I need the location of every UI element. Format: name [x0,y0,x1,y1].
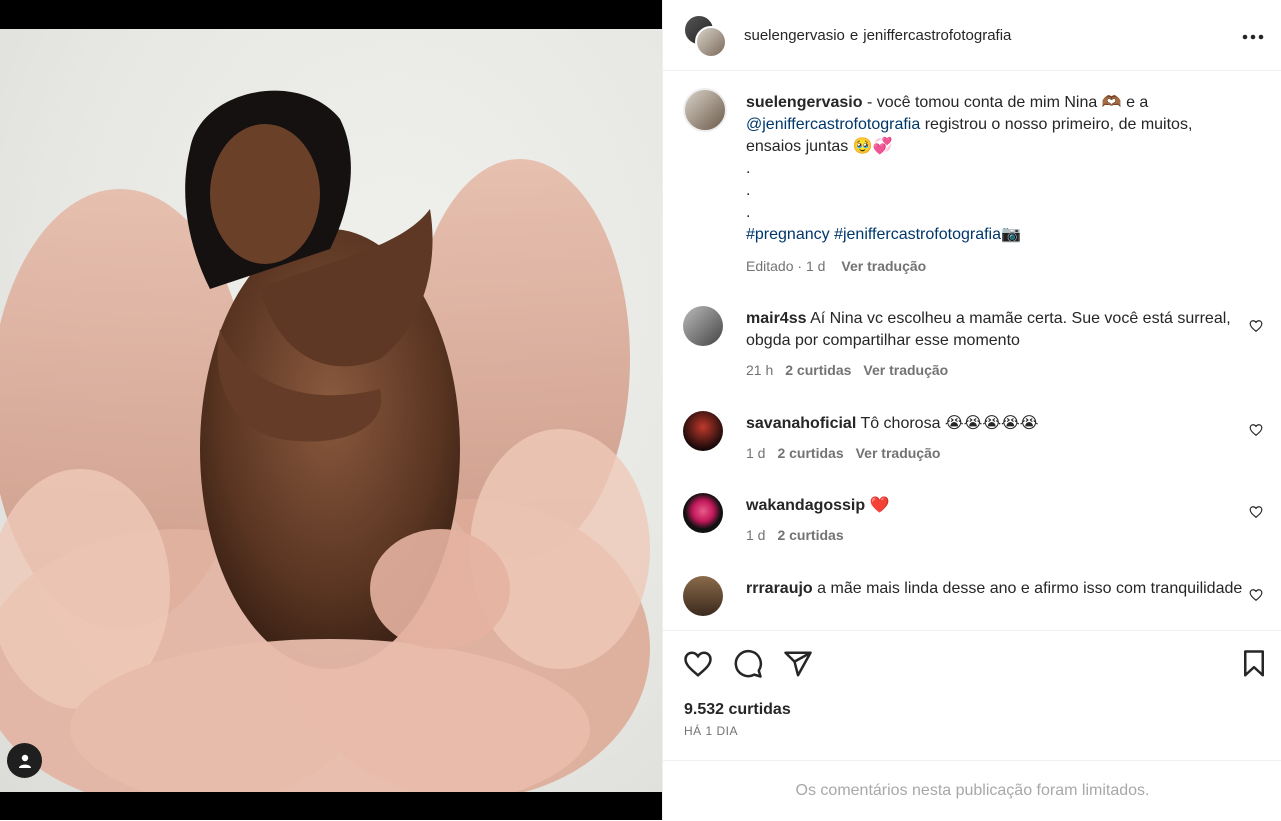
comment-likes-button[interactable]: 2 curtidas [777,527,843,543]
comment-text: rrraraujo a mãe mais linda desse ano e a… [746,578,1246,600]
comment-body: ❤️ [869,497,890,514]
comment-icon[interactable] [733,649,763,679]
share-icon[interactable] [783,649,813,679]
username-link[interactable]: mair4ss [746,310,807,327]
photo-illustration [0,90,650,792]
translate-button[interactable]: Ver tradução [841,258,926,274]
collab-usernames: suelengervasio e jeniffercastrofotografi… [744,27,1011,44]
more-options-icon [1242,34,1264,40]
emoji: 🥹💞 [852,138,893,155]
comment-body: Aí Nina vc escolheu a mamãe certa. Sue v… [746,310,1231,349]
heart-icon[interactable] [1249,505,1263,519]
bookmark-icon[interactable] [1239,649,1269,679]
comment-likes-button[interactable]: 2 curtidas [777,445,843,461]
comment-time: 21 h [746,362,774,378]
avatar[interactable] [695,26,727,58]
comment-meta: 21 h 2 curtidas Ver tradução [746,362,948,378]
connector-text: e [849,26,859,44]
avatar[interactable] [683,306,723,346]
hashtag-link[interactable]: #jeniffercastrofotografia [834,226,1001,243]
comment-text: wakandagossip ❤️ [746,495,1246,517]
likes-count[interactable]: 9.532 curtidas [684,701,791,719]
collab-avatars[interactable] [683,14,727,58]
translate-button[interactable]: Ver tradução [856,445,941,461]
avatar[interactable] [683,576,723,616]
avatar[interactable] [683,411,723,451]
username-link[interactable]: jeniffercastrofotografia [863,27,1011,44]
comment-time: 1 d [746,527,766,543]
heart-icon[interactable] [1249,319,1263,333]
post-panel: suelengervasio e jeniffercastrofotografi… [662,0,1281,820]
comment-time: 1 d [746,445,766,461]
emoji: 🫶🏾 [1101,94,1122,111]
comment: rrraraujo a mãe mais linda desse ano e a… [683,576,1263,629]
emoji: 📷 [1001,226,1021,243]
caption-dot: . [746,182,751,199]
comment: savanahoficial Tô chorosa 😭😭😭😭😭 1 d 2 cu… [683,411,1263,471]
comment-likes-button[interactable]: 2 curtidas [785,362,851,378]
comment-text: mair4ss Aí Nina vc escolheu a mamãe cert… [746,308,1246,352]
heart-icon[interactable] [683,649,713,679]
post-photo[interactable] [0,29,662,792]
post-media [0,0,662,820]
edited-label: Editado · 1 d [746,258,826,274]
mention-link[interactable]: @jeniffercastrofotografia [746,116,920,133]
username-link[interactable]: rrraraujo [746,580,813,597]
caption-part: e a [1121,94,1149,111]
avatar[interactable] [683,493,723,533]
username-link[interactable]: suelengervasio [744,27,845,44]
comment: mair4ss Aí Nina vc escolheu a mamãe cert… [683,306,1263,386]
caption-text: suelengervasio - você tomou conta de mim… [746,92,1246,246]
comment: wakandagossip ❤️ 1 d 2 curtidas [683,493,1263,553]
translate-button[interactable]: Ver tradução [863,362,948,378]
username-link[interactable]: wakandagossip [746,497,865,514]
username-link[interactable]: suelengervasio [746,94,863,111]
heart-icon[interactable] [1249,588,1263,602]
comments-list[interactable]: suelengervasio - você tomou conta de mim… [663,71,1281,629]
comment-meta: 1 d 2 curtidas Ver tradução [746,445,940,461]
username-link[interactable]: savanahoficial [746,415,856,432]
heart-icon[interactable] [1249,423,1263,437]
caption-dot: . [746,204,751,221]
caption-meta: Editado · 1 d Ver tradução [746,258,926,274]
comment-text: savanahoficial Tô chorosa 😭😭😭😭😭 [746,413,1246,435]
comment-body: a mãe mais linda desse ano e afirmo isso… [817,580,1243,597]
caption-dot: . [746,160,751,177]
comment-meta: 1 d 2 curtidas [746,527,844,543]
post-header: suelengervasio e jeniffercastrofotografi… [663,0,1281,71]
more-options-button[interactable] [1242,24,1264,44]
post-timestamp: HÁ 1 DIA [684,724,739,738]
comment-body: Tô chorosa 😭😭😭😭😭 [860,415,1039,432]
caption-part: - você tomou conta de mim Nina [862,94,1102,111]
user-tag-icon [18,754,31,768]
hashtag-link[interactable]: #pregnancy [746,226,830,243]
user-tag-button[interactable] [7,743,42,778]
caption: suelengervasio - você tomou conta de mim… [683,88,1263,278]
avatar[interactable] [683,88,727,132]
action-bar: 9.532 curtidas HÁ 1 DIA [663,630,1281,761]
comments-limited-notice: Os comentários nesta publicação foram li… [663,760,1281,821]
